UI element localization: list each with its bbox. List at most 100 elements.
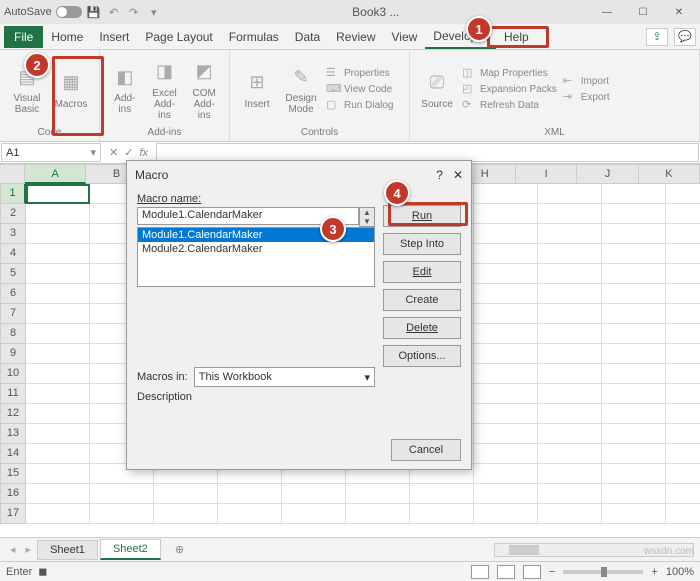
cell[interactable] bbox=[666, 184, 700, 204]
run-button[interactable]: Run bbox=[383, 205, 461, 227]
cell[interactable] bbox=[538, 364, 602, 384]
cell[interactable] bbox=[474, 284, 538, 304]
cell[interactable] bbox=[538, 504, 602, 524]
cell[interactable] bbox=[538, 244, 602, 264]
cell[interactable] bbox=[26, 364, 90, 384]
cell[interactable] bbox=[602, 464, 666, 484]
row-header[interactable]: 10 bbox=[0, 364, 26, 384]
cell[interactable] bbox=[602, 484, 666, 504]
autosave-toggle[interactable]: AutoSave 💾 ↶ ↷ ▾ bbox=[4, 4, 162, 20]
cell[interactable] bbox=[154, 504, 218, 524]
cell[interactable] bbox=[666, 424, 700, 444]
tab-file[interactable]: File bbox=[4, 26, 43, 48]
row-header[interactable]: 7 bbox=[0, 304, 26, 324]
macros-in-select[interactable]: This Workbook▾ bbox=[194, 367, 375, 387]
undo-icon[interactable]: ↶ bbox=[106, 4, 122, 20]
source-button[interactable]: ⎚Source bbox=[416, 52, 458, 126]
tab-home[interactable]: Home bbox=[43, 26, 91, 48]
addins-button[interactable]: ◧Add- ins bbox=[106, 52, 144, 126]
create-button[interactable]: Create bbox=[383, 289, 461, 311]
cell[interactable] bbox=[602, 224, 666, 244]
new-sheet-button[interactable]: ⊕ bbox=[163, 540, 187, 559]
cell[interactable] bbox=[474, 244, 538, 264]
sheet-nav-next[interactable]: ▸ bbox=[22, 543, 36, 556]
col-header-a[interactable]: A bbox=[25, 164, 86, 184]
tab-data[interactable]: Data bbox=[287, 26, 328, 48]
cell[interactable] bbox=[538, 484, 602, 504]
close-window-button[interactable]: ✕ bbox=[662, 1, 696, 23]
cell[interactable] bbox=[602, 264, 666, 284]
cell[interactable] bbox=[26, 284, 90, 304]
row-header[interactable]: 14 bbox=[0, 444, 26, 464]
zoom-out-button[interactable]: − bbox=[549, 566, 555, 578]
delete-button[interactable]: Delete bbox=[383, 317, 461, 339]
cell[interactable] bbox=[538, 404, 602, 424]
cell[interactable] bbox=[602, 304, 666, 324]
cell[interactable] bbox=[474, 324, 538, 344]
cell[interactable] bbox=[602, 364, 666, 384]
cell[interactable] bbox=[26, 344, 90, 364]
options-button[interactable]: Options... bbox=[383, 345, 461, 367]
cell[interactable] bbox=[26, 484, 90, 504]
cell[interactable] bbox=[474, 424, 538, 444]
view-normal-button[interactable] bbox=[471, 565, 489, 579]
row-header[interactable]: 4 bbox=[0, 244, 26, 264]
cell[interactable] bbox=[666, 404, 700, 424]
cell[interactable] bbox=[666, 384, 700, 404]
cell[interactable] bbox=[666, 244, 700, 264]
view-pagebreak-button[interactable] bbox=[523, 565, 541, 579]
cancel-formula-icon[interactable]: ✕ bbox=[106, 146, 121, 159]
export-button[interactable]: ⇥Export bbox=[561, 89, 612, 105]
cell[interactable] bbox=[26, 184, 90, 204]
cell[interactable] bbox=[666, 304, 700, 324]
cell[interactable] bbox=[538, 324, 602, 344]
row-header[interactable]: 15 bbox=[0, 464, 26, 484]
cell[interactable] bbox=[474, 484, 538, 504]
cell[interactable] bbox=[26, 304, 90, 324]
cell[interactable] bbox=[538, 444, 602, 464]
minimize-button[interactable]: — bbox=[590, 1, 624, 23]
run-dialog-button[interactable]: ▢Run Dialog bbox=[324, 97, 395, 113]
redo-icon[interactable]: ↷ bbox=[126, 4, 142, 20]
com-addins-button[interactable]: ◩COM Add-ins bbox=[185, 52, 223, 126]
dialog-help-button[interactable]: ? bbox=[436, 168, 443, 182]
insert-control-button[interactable]: ⊞Insert bbox=[236, 52, 278, 126]
col-header-j[interactable]: J bbox=[577, 164, 638, 184]
comments-button[interactable]: 💬 bbox=[674, 28, 696, 46]
cell[interactable] bbox=[26, 244, 90, 264]
cell[interactable] bbox=[666, 444, 700, 464]
cell[interactable] bbox=[602, 284, 666, 304]
cell[interactable] bbox=[410, 484, 474, 504]
share-button[interactable]: ⇪ bbox=[646, 28, 668, 46]
cell[interactable] bbox=[538, 204, 602, 224]
sheet-tab-sheet2[interactable]: Sheet2 bbox=[100, 539, 161, 560]
cell[interactable] bbox=[346, 484, 410, 504]
view-pagelayout-button[interactable] bbox=[497, 565, 515, 579]
cell[interactable] bbox=[538, 264, 602, 284]
cell[interactable] bbox=[474, 184, 538, 204]
tab-insert[interactable]: Insert bbox=[91, 26, 137, 48]
macros-button[interactable]: ▦ Macros bbox=[50, 52, 92, 126]
cell[interactable] bbox=[538, 424, 602, 444]
sheet-tab-sheet1[interactable]: Sheet1 bbox=[37, 540, 98, 560]
cell[interactable] bbox=[90, 484, 154, 504]
macro-record-icon[interactable]: ◼ bbox=[38, 565, 47, 578]
cell[interactable] bbox=[602, 404, 666, 424]
cell[interactable] bbox=[666, 264, 700, 284]
zoom-level[interactable]: 100% bbox=[666, 566, 694, 578]
edit-button[interactable]: Edit bbox=[383, 261, 461, 283]
cell[interactable] bbox=[474, 344, 538, 364]
cell[interactable] bbox=[474, 384, 538, 404]
map-properties-button[interactable]: ◫Map Properties bbox=[460, 65, 559, 81]
cell[interactable] bbox=[26, 324, 90, 344]
row-header[interactable]: 8 bbox=[0, 324, 26, 344]
enter-formula-icon[interactable]: ✓ bbox=[121, 146, 136, 159]
row-header[interactable]: 1 bbox=[0, 184, 26, 204]
row-header[interactable]: 16 bbox=[0, 484, 26, 504]
cell[interactable] bbox=[26, 444, 90, 464]
dialog-titlebar[interactable]: Macro ? ✕ bbox=[127, 161, 471, 189]
cell[interactable] bbox=[538, 224, 602, 244]
tab-help[interactable]: Help bbox=[496, 26, 537, 48]
cell[interactable] bbox=[218, 504, 282, 524]
maximize-button[interactable]: ☐ bbox=[626, 1, 660, 23]
